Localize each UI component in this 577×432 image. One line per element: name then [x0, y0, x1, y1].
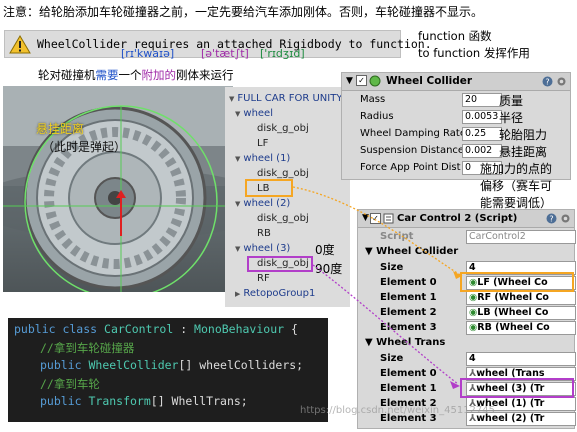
collider-icon [369, 75, 381, 87]
expand-arrow-icon[interactable]: ▼ [362, 213, 369, 223]
angle-note-0: 0度 [315, 243, 335, 257]
function-note-2: to function 发挥作用 [418, 46, 530, 60]
mass-label: Mass [360, 94, 386, 105]
component-title: Car Control 2 (Script) [397, 213, 518, 224]
component-title: Wheel Collider [386, 75, 473, 87]
sub-note-1: 轮对碰撞机 [38, 68, 96, 82]
phonetic-rigid: ['rɪdʒɪd] [260, 47, 305, 60]
lb-highlight [245, 179, 293, 197]
suspension-caption: 悬挂距离 [36, 122, 85, 136]
gear-icon[interactable] [560, 213, 571, 224]
force-point-label: Force App Point Dist [360, 162, 461, 173]
function-note-1: function 函数 [418, 29, 492, 43]
damping-note: 轮胎阻力 [499, 128, 548, 142]
trans-element-highlight [460, 378, 574, 398]
code-line-3: public WheelCollider[] wheelColliders; [40, 358, 304, 372]
sub-note-2: 需要 [95, 68, 119, 82]
collapse-arrow-icon[interactable]: ▶ [235, 290, 240, 298]
angle-note-90: 90度 [315, 262, 343, 276]
expand-arrow-icon[interactable]: ▼ [235, 110, 240, 118]
hierarchy-root[interactable]: ▼ FULL CAR FOR UNITY [229, 93, 342, 104]
expand-arrow-icon[interactable]: ▼ [346, 76, 353, 86]
expand-arrow-icon[interactable]: ▼ [229, 95, 234, 103]
radius-field[interactable]: 0.0053 [462, 110, 502, 124]
hierarchy-item-wheel-1[interactable]: ▼ wheel (1) [235, 153, 290, 164]
script-label: Script [380, 231, 414, 242]
expand-arrow-icon[interactable]: ▼ [235, 245, 240, 253]
force-point-note-2: 偏移（赛车可 [480, 179, 553, 193]
script-icon [383, 213, 394, 224]
suspension-state-caption: （此时是弹起） [42, 140, 127, 154]
code-line-2: //拿到车轮碰撞器 [40, 341, 135, 355]
sub-note: 轮对碰撞机需要一个附加的刚体来运行 [38, 67, 234, 83]
collider-element-1-field[interactable]: ◉RF (Wheel Co [466, 291, 576, 305]
car-control-inspector: ▼ ✓ Car Control 2 (Script) ? Script CarC… [357, 209, 576, 429]
damping-field[interactable]: 0.25 [462, 127, 502, 141]
collider-element-1-label: Element 1 [380, 292, 437, 303]
hierarchy-item-disk[interactable]: disk_g_obj [257, 168, 309, 179]
force-point-note: 施加力的点的 [480, 162, 553, 176]
watermark: https://blog.csdn.net/weixin_45112745 [300, 405, 496, 416]
trans-element-0-label: Element 0 [380, 368, 437, 379]
collider-element-highlight [460, 272, 574, 292]
svg-text:?: ? [549, 215, 553, 224]
mass-note: 质量 [499, 94, 524, 108]
hierarchy-item-retopo[interactable]: ▶ RetopoGroup1 [235, 288, 315, 299]
collider-element-0-label: Element 0 [380, 277, 437, 288]
code-panel: public class CarControl : MonoBehaviour … [8, 318, 328, 422]
phonetic-require: [rɪ'kwaɪə] [121, 47, 175, 60]
sub-note-4: 附加的 [141, 68, 177, 82]
hierarchy-item-rb[interactable]: RB [257, 228, 271, 239]
enable-checkbox[interactable]: ✓ [356, 75, 367, 86]
hierarchy-item-lf[interactable]: LF [257, 138, 268, 149]
trans-size-label: Size [380, 353, 404, 364]
trans-section[interactable]: ▼ Wheel Trans [365, 337, 445, 348]
disk-highlight [247, 256, 313, 272]
expand-arrow-icon[interactable]: ▼ [235, 200, 240, 208]
colliders-size-label: Size [380, 262, 404, 273]
hierarchy-item-wheel-2[interactable]: ▼ wheel (2) [235, 198, 290, 209]
damping-label: Wheel Damping Rate [360, 128, 466, 139]
sub-note-5: 刚体来运行 [176, 68, 234, 82]
hierarchy-item-disk[interactable]: disk_g_obj [257, 123, 309, 134]
radius-label: Radius [360, 111, 394, 122]
wheel-scene-graphic [3, 86, 233, 292]
expand-arrow-icon[interactable]: ▼ [235, 155, 240, 163]
phonetic-attached: [ə'tæt∫t] [201, 47, 249, 60]
hierarchy-item-disk[interactable]: disk_g_obj [257, 213, 309, 224]
trans-size-field[interactable]: 4 [466, 352, 576, 366]
top-note: 注意：给轮胎添加车轮碰撞器之前，一定先要给汽车添加刚体。否则，车轮碰撞器不显示。 [3, 5, 484, 19]
help-icon[interactable]: ? [542, 76, 553, 87]
enable-checkbox[interactable]: ✓ [370, 213, 381, 224]
gear-icon[interactable] [556, 76, 567, 87]
trans-element-1-label: Element 1 [380, 383, 437, 394]
collider-element-3-label: Element 3 [380, 322, 437, 333]
script-field[interactable]: CarControl2 [466, 230, 576, 244]
collider-element-2-field[interactable]: ◉LB (Wheel Co [466, 306, 576, 320]
radius-note: 半径 [499, 111, 524, 125]
code-line-5: public Transform[] WhellTrans; [40, 394, 248, 408]
hierarchy-item-rf[interactable]: RF [257, 273, 270, 284]
mass-field[interactable]: 20 [462, 93, 502, 107]
hierarchy-item-wheel-3[interactable]: ▼ wheel (3) [235, 243, 290, 254]
collider-element-3-field[interactable]: ◉RB (Wheel Co [466, 321, 576, 335]
suspension-label: Suspension Distance [360, 145, 465, 156]
warning-icon [9, 35, 31, 54]
suspension-note: 悬挂距离 [499, 145, 548, 159]
suspension-field[interactable]: 0.002 [462, 144, 502, 158]
help-icon[interactable]: ? [546, 213, 557, 224]
svg-text:?: ? [545, 78, 549, 87]
code-line-1: public class CarControl : MonoBehaviour … [14, 322, 298, 336]
colliders-section[interactable]: ▼ Wheel Collider [365, 246, 458, 257]
hierarchy-item-wheel[interactable]: ▼ wheel [235, 108, 273, 119]
sub-note-3: 一个 [118, 68, 142, 82]
code-line-4: //拿到车轮 [40, 377, 100, 391]
scene-view[interactable] [3, 86, 233, 292]
collider-element-2-label: Element 2 [380, 307, 437, 318]
